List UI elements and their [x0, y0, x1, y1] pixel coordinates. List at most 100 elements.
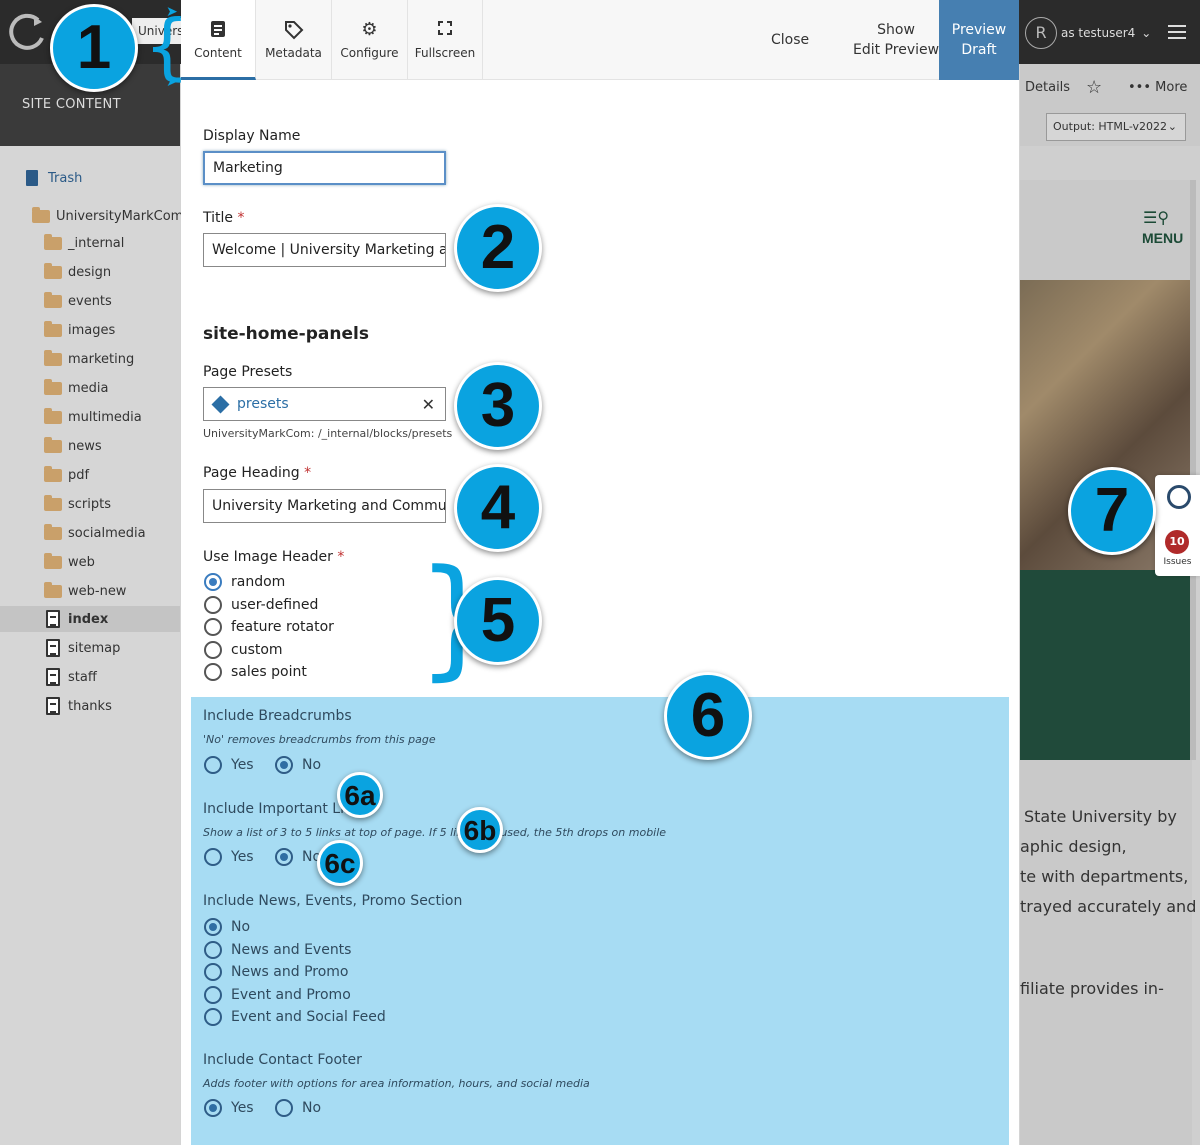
breadcrumbs-no-radio[interactable]: No — [275, 756, 321, 774]
hamburger-menu-icon[interactable] — [1168, 25, 1186, 39]
tree-item-folder[interactable]: events — [44, 288, 112, 314]
image-header-radio[interactable]: sales point — [204, 663, 307, 681]
news-section-radio[interactable]: Event and Promo — [204, 985, 351, 1004]
tab-fullscreen[interactable]: Fullscreen — [408, 0, 483, 80]
app-logo-icon[interactable] — [8, 12, 48, 52]
folder-icon — [44, 291, 62, 308]
contact-footer-no-radio[interactable]: No — [275, 1099, 321, 1117]
tree-item-folder[interactable]: web — [44, 549, 95, 575]
tree-item-folder[interactable]: pdf — [44, 462, 89, 488]
title-input[interactable]: Welcome | University Marketing and — [203, 233, 446, 267]
star-icon[interactable]: ☆ — [1086, 77, 1102, 98]
image-header-label: Use Image Header * — [203, 549, 345, 565]
tree-item-folder[interactable]: _internal — [44, 230, 124, 256]
breadcrumbs-yes-radio[interactable]: Yes — [204, 756, 254, 774]
preview-scrollbar[interactable] — [1190, 180, 1196, 760]
tree-item-folder[interactable]: socialmedia — [44, 520, 146, 546]
radio-button[interactable] — [204, 963, 222, 981]
display-name-label: Display Name — [203, 128, 301, 144]
important-links-yes-radio[interactable]: Yes — [204, 848, 254, 866]
tab-content[interactable]: Content — [181, 0, 256, 80]
radio-button[interactable] — [204, 663, 222, 681]
radio-button[interactable] — [275, 1099, 293, 1117]
issues-widget[interactable]: 10 Issues — [1155, 475, 1200, 576]
tab-metadata[interactable]: Metadata — [256, 0, 332, 80]
close-button[interactable]: Close — [771, 32, 809, 48]
radio-button[interactable] — [204, 573, 222, 591]
tab-configure[interactable]: ⚙ Configure — [332, 0, 408, 80]
image-header-radio[interactable]: random — [204, 573, 285, 591]
folder-icon — [44, 349, 62, 366]
tree-item-page[interactable]: thanks — [46, 693, 112, 719]
image-header-radio[interactable]: user-defined — [204, 595, 318, 614]
more-button[interactable]: ••• More — [1128, 80, 1187, 95]
preview-text-line: State University by — [1024, 807, 1177, 826]
important-links-no-radio[interactable]: No — [275, 848, 321, 866]
tree-item-folder[interactable]: news — [44, 433, 102, 459]
tag-icon — [256, 20, 331, 40]
preview-green-band — [1020, 570, 1192, 760]
callout-6b: 6b — [457, 807, 503, 853]
expand-icon — [408, 20, 482, 40]
callout-6: 6 — [664, 672, 752, 760]
tree-item-folder[interactable]: design — [44, 259, 111, 285]
ellipsis-icon: ••• — [1128, 80, 1152, 95]
tree-item-folder[interactable]: web-new — [44, 578, 126, 604]
radio-button[interactable] — [204, 640, 222, 659]
radio-button[interactable] — [204, 985, 222, 1004]
news-section-radio[interactable]: News and Events — [204, 940, 351, 959]
output-select[interactable]: Output: HTML-v2022 ⌄ — [1046, 113, 1186, 141]
presets-path: UniversityMarkCom: /_internal/blocks/pre… — [203, 427, 453, 440]
page-heading-input[interactable]: University Marketing and Communica — [203, 489, 446, 523]
tree-item-folder[interactable]: images — [44, 317, 115, 343]
contact-footer-label: Include Contact Footer — [203, 1052, 362, 1068]
radio-button[interactable] — [275, 756, 293, 774]
tree-item-root[interactable]: UniversityMarkCom — [32, 203, 183, 229]
page-presets-chooser[interactable]: presets ✕ — [203, 387, 446, 421]
folder-icon — [44, 320, 62, 337]
issues-label: Issues — [1163, 557, 1192, 567]
news-section-radio[interactable]: News and Promo — [204, 963, 348, 981]
display-name-input[interactable]: Marketing — [203, 151, 446, 185]
presets-link[interactable]: presets — [237, 396, 422, 412]
preview-menu-label[interactable]: MENU — [1142, 230, 1183, 246]
site-content-label: SITE CONTENT — [22, 97, 121, 112]
tree-item-folder[interactable]: multimedia — [44, 404, 142, 430]
radio-button[interactable] — [204, 756, 222, 774]
radio-button[interactable] — [204, 848, 222, 866]
news-section-radio[interactable]: Event and Social Feed — [204, 1008, 386, 1026]
important-links-hint: Show a list of 3 to 5 links at top of pa… — [203, 826, 667, 839]
folder-icon — [32, 206, 50, 223]
show-edit-preview-button[interactable]: Show Edit Preview — [853, 20, 939, 60]
tree-item-page[interactable]: sitemap — [46, 635, 120, 661]
tree-item-page[interactable]: index — [0, 606, 180, 632]
radio-button[interactable] — [204, 918, 222, 936]
contact-footer-yes-radio[interactable]: Yes — [204, 1099, 254, 1117]
news-section-radio[interactable]: No — [204, 918, 250, 936]
avatar: R — [1025, 17, 1057, 49]
details-button[interactable]: Details — [1025, 80, 1070, 95]
page-icon — [46, 697, 60, 715]
tree-item-page[interactable]: staff — [46, 664, 97, 690]
image-header-radio[interactable]: custom — [204, 640, 283, 659]
folder-icon — [44, 494, 62, 511]
radio-button[interactable] — [204, 940, 222, 959]
page-icon — [46, 639, 60, 657]
radio-button[interactable] — [204, 595, 222, 614]
radio-button[interactable] — [204, 1008, 222, 1026]
radio-button[interactable] — [275, 848, 293, 866]
radio-button[interactable] — [204, 618, 222, 636]
tree-item-folder[interactable]: scripts — [44, 491, 111, 517]
preview-draft-button[interactable]: Preview Draft — [939, 0, 1019, 80]
folder-icon — [44, 552, 62, 569]
image-header-radio[interactable]: feature rotator — [204, 618, 334, 636]
menu-search-icon[interactable]: ☰⚲ — [1143, 208, 1183, 228]
user-menu[interactable]: R as testuser4 ⌄ — [1025, 16, 1151, 50]
tree-item-folder[interactable]: media — [44, 375, 109, 401]
folder-icon — [44, 581, 62, 598]
chevron-down-icon: ⌄ — [1167, 120, 1177, 133]
radio-button[interactable] — [204, 1099, 222, 1117]
tree-item-trash[interactable]: Trash — [26, 165, 82, 191]
clear-icon[interactable]: ✕ — [422, 395, 435, 414]
tree-item-folder[interactable]: marketing — [44, 346, 134, 372]
